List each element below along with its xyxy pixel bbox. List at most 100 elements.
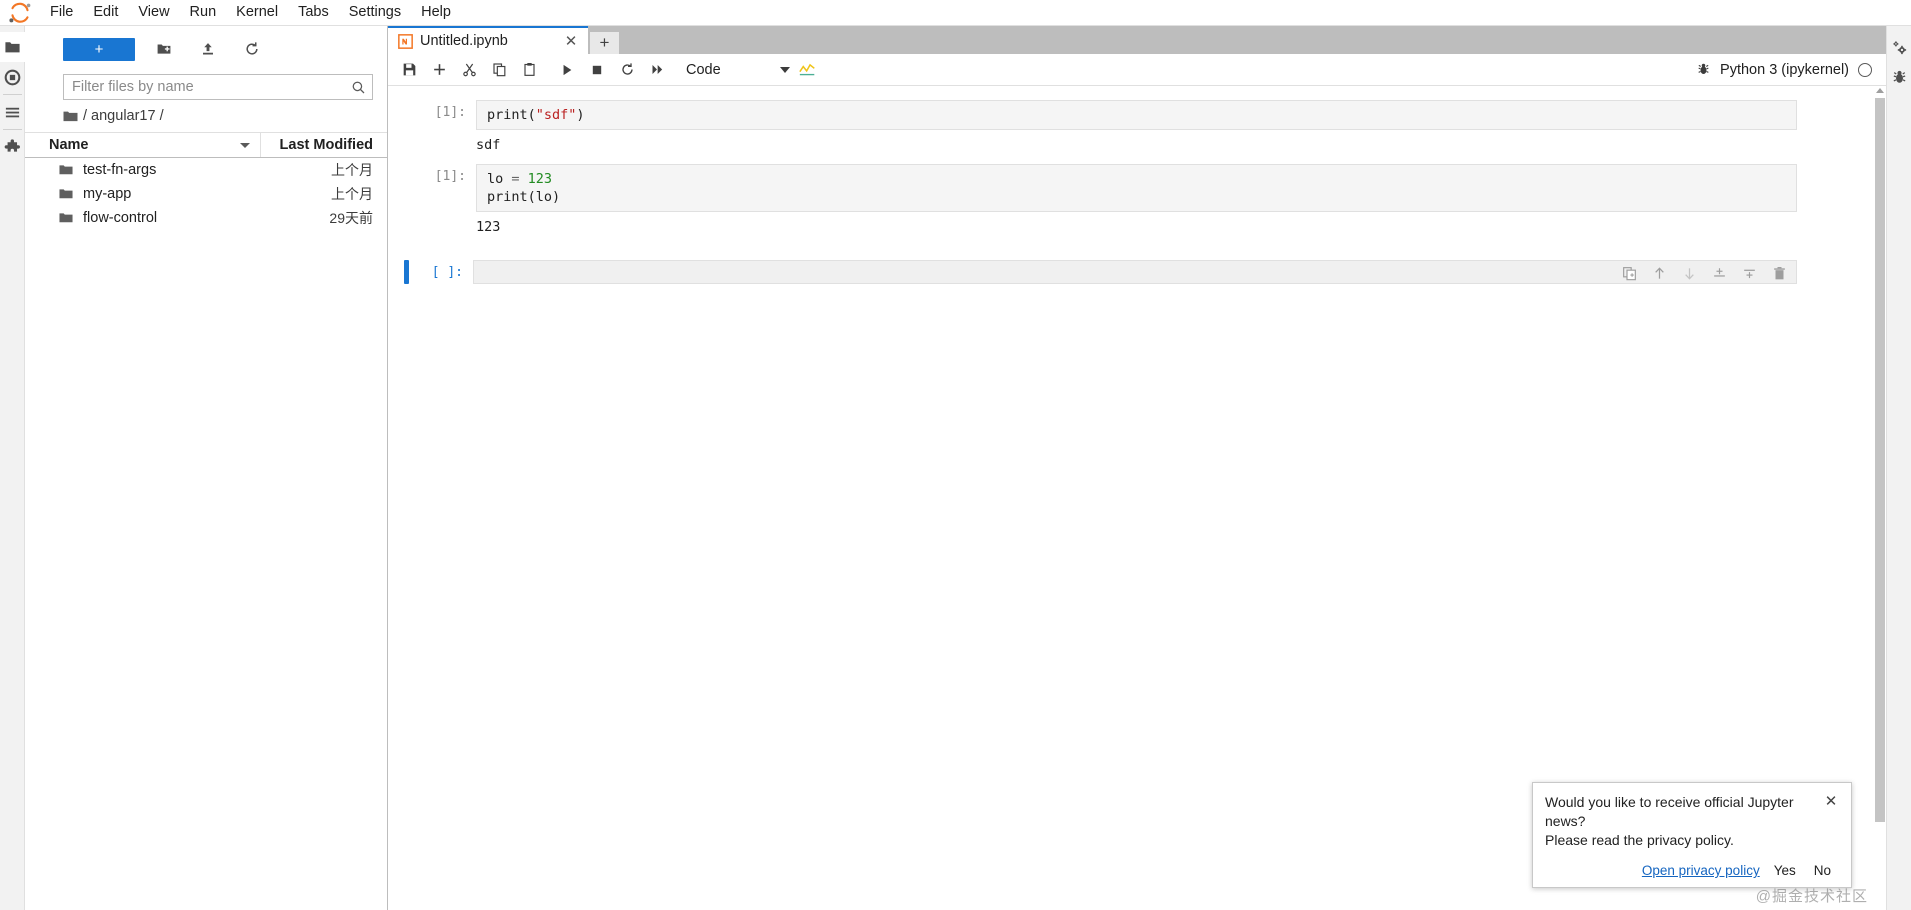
debugger-bug-icon[interactable] <box>1696 62 1711 77</box>
insert-cell-above-icon[interactable] <box>1704 261 1734 285</box>
save-icon[interactable] <box>394 57 424 83</box>
list-item[interactable]: test-fn-args 上个月 <box>25 158 387 182</box>
kernel-idle-circle-icon[interactable] <box>1858 62 1872 77</box>
commands-list-icon[interactable] <box>0 97 25 127</box>
stop-icon[interactable] <box>582 57 612 83</box>
restart-run-all-icon[interactable] <box>642 57 672 83</box>
list-item[interactable]: my-app 上个月 <box>25 182 387 206</box>
debugger-icon[interactable] <box>1887 62 1911 92</box>
folder-icon <box>59 212 78 224</box>
application-shell: + Filter files by name / angular17 / Nam… <box>0 26 1911 910</box>
column-header-last-modified[interactable]: Last Modified <box>261 132 387 158</box>
notebook-cell[interactable]: [1]: print("sdf") <box>388 96 1872 130</box>
file-name: flow-control <box>83 210 158 226</box>
cell-output-row: 123 <box>388 214 1872 242</box>
notification-no-button[interactable]: No <box>1810 862 1835 879</box>
menu-tabs[interactable]: Tabs <box>288 2 339 23</box>
file-modified: 上个月 <box>331 162 373 178</box>
tab-bar: Untitled.ipynb ✕ + <box>388 26 1886 54</box>
scroll-up-caret-icon[interactable] <box>1876 88 1884 93</box>
notification-message: Would you like to receive official Jupyt… <box>1545 793 1823 850</box>
cell-output-text: 123 <box>476 219 501 235</box>
cell-output-row: sdf <box>388 132 1872 160</box>
file-list: test-fn-args 上个月 my-app 上个月 flow-control… <box>25 158 387 910</box>
notebook-cell[interactable]: [1]: lo = 123 print(lo) <box>388 160 1872 212</box>
new-launcher-button[interactable]: + <box>63 37 135 61</box>
notification-actions: Open privacy policy Yes No <box>1545 862 1839 879</box>
refresh-icon[interactable] <box>237 37 267 61</box>
column-header-name-label: Name <box>49 137 89 153</box>
tab-untitled-ipynb[interactable]: Untitled.ipynb ✕ <box>388 26 588 54</box>
insert-cell-icon[interactable] <box>424 57 454 83</box>
upload-icon[interactable] <box>193 37 223 61</box>
delete-cell-icon[interactable] <box>1764 261 1794 285</box>
cut-icon[interactable] <box>454 57 484 83</box>
code-token-plain: print( <box>487 107 536 123</box>
notification-line-3: Please read the privacy policy. <box>1545 832 1734 848</box>
menu-file[interactable]: File <box>40 2 83 23</box>
code-token-number: 123 <box>527 171 553 187</box>
sort-descending-caret-icon <box>240 142 250 148</box>
code-token-operator: = <box>511 171 528 187</box>
cell-action-toolbar <box>1614 260 1794 286</box>
duplicate-cell-icon[interactable] <box>1614 261 1644 285</box>
file-list-header: Name Last Modified <box>25 132 387 158</box>
cell-output-text: sdf <box>476 137 501 153</box>
right-sidebar-rail <box>1886 26 1911 910</box>
new-tab-button[interactable]: + <box>590 32 619 54</box>
file-browser-toolbar: + <box>25 26 387 66</box>
notebook-icon <box>398 33 413 49</box>
close-icon[interactable]: ✕ <box>562 32 580 50</box>
folder-icon <box>59 188 78 200</box>
rail-divider <box>2 94 22 95</box>
list-item[interactable]: flow-control 29天前 <box>25 206 387 230</box>
notification-line-2: news? <box>1545 813 1586 829</box>
search-input[interactable] <box>72 79 351 95</box>
run-icon[interactable] <box>552 57 582 83</box>
property-inspector-icon[interactable] <box>1887 32 1911 62</box>
running-terminals-icon[interactable] <box>0 62 25 92</box>
main-menu-bar: File Edit View Run Kernel Tabs Settings … <box>0 0 1911 26</box>
breadcrumb[interactable]: / angular17 / <box>25 100 387 132</box>
code-token-plain: ) <box>576 107 585 123</box>
open-privacy-policy-link[interactable]: Open privacy policy <box>1642 863 1760 878</box>
cell-input-editor[interactable] <box>473 260 1797 284</box>
extension-manager-icon[interactable] <box>0 132 25 162</box>
chevron-down-icon <box>780 66 790 73</box>
cell-input-editor[interactable]: lo = 123 print(lo) <box>476 164 1797 212</box>
close-icon[interactable]: ✕ <box>1823 793 1839 810</box>
main-dock-area: Untitled.ipynb ✕ + Code Python 3 (ipyker… <box>388 26 1886 910</box>
menu-kernel[interactable]: Kernel <box>226 2 288 23</box>
filter-files-field[interactable] <box>63 74 373 100</box>
cell-type-select[interactable]: Code <box>686 58 794 82</box>
move-cell-up-icon[interactable] <box>1644 261 1674 285</box>
menu-view[interactable]: View <box>128 2 179 23</box>
notebook-vertical-scrollbar[interactable] <box>1872 86 1886 910</box>
cell-prompt: [1]: <box>434 169 466 184</box>
breadcrumb-path[interactable]: / angular17 / <box>83 108 164 124</box>
scrollbar-thumb[interactable] <box>1875 98 1885 822</box>
copy-icon[interactable] <box>484 57 514 83</box>
rail-divider-2 <box>2 129 22 130</box>
code-token-plain: print(lo) <box>487 189 561 205</box>
notebook-cell-active[interactable]: [ ]: <box>388 256 1872 284</box>
file-browser-icon[interactable] <box>0 32 25 62</box>
restart-icon[interactable] <box>612 57 642 83</box>
kernel-status-area: Python 3 (ipykernel) <box>1696 62 1886 78</box>
kernel-name[interactable]: Python 3 (ipykernel) <box>1720 62 1849 78</box>
new-folder-icon[interactable] <box>149 37 179 61</box>
menu-help[interactable]: Help <box>411 2 461 23</box>
notification-yes-button[interactable]: Yes <box>1770 862 1800 879</box>
cell-prompt: [ ]: <box>431 265 463 280</box>
menu-run[interactable]: Run <box>180 2 227 23</box>
insert-cell-below-icon[interactable] <box>1734 261 1764 285</box>
menu-edit[interactable]: Edit <box>83 2 128 23</box>
menu-settings[interactable]: Settings <box>339 2 411 23</box>
cell-input-editor[interactable]: print("sdf") <box>476 100 1797 130</box>
column-header-name[interactable]: Name <box>49 133 261 157</box>
cell-selection-marker <box>404 164 412 212</box>
paste-icon[interactable] <box>514 57 544 83</box>
chart-icon[interactable] <box>794 57 820 83</box>
move-cell-down-icon[interactable] <box>1674 261 1704 285</box>
notification-toast: Would you like to receive official Jupyt… <box>1532 782 1852 888</box>
